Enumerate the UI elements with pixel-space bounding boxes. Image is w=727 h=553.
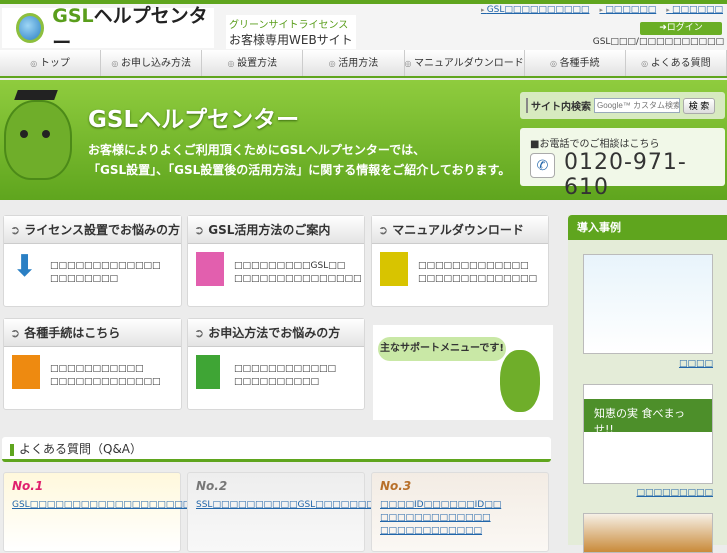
card-text: □□□□□□□□□□□□□□□ [234,274,362,284]
phone-label: ■お電話でのご相談はこちら [530,139,660,150]
case-link-2[interactable]: □□□□□□□□□ [636,488,713,498]
phone-contact: ■お電話でのご相談はこちら ✆ 0120-971-610 [520,128,725,200]
nav-top[interactable]: トップ [0,50,102,76]
faq-link[interactable]: SSL□□□□□□□□□□GSL□□□□□□□□□□□□□□□□ [196,499,451,512]
faq-heading: よくある質問（Q&A） [2,437,551,462]
nav-install[interactable]: 設置方法 [202,50,304,76]
card-manual-download[interactable]: マニュアルダウンロード□□□□□□□□□□□□□□□□□□□□□□□□□□□ [371,215,549,307]
search-button[interactable]: 検 索 [683,97,715,114]
banner-title: GSLヘルプセンター [88,107,300,133]
faq-link[interactable]: GSL□□□□□□□□□□□□□□□□□□□□□□□□□□□ [12,499,259,512]
login-button[interactable]: ➜ログイン [640,22,722,35]
phone-number: 0120-971-610 [564,150,687,200]
door-icon [196,355,220,389]
card-text: □□□□□□□□□□□ [50,364,144,374]
user-line: GSL□□□/□□□□□□□□□□ [592,37,724,47]
banner-desc-1: お客様によりよくご利用頂くためにGSLヘルプセンターでは、 [88,143,426,157]
card-title: お申込方法でお悩みの方 [188,319,364,347]
banner-desc-2: 「GSL設置」、「GSL設置後の活用方法」に関する情報をご紹介しております。 [88,163,511,177]
manual-book-icon [380,252,408,286]
phone-icon: ✆ [530,153,555,178]
top-links: GSL□□□□□□□□□□ □□□□□□ □□□□□□ [481,5,723,15]
search-input[interactable] [594,98,680,113]
mascot-image [4,100,72,180]
case-banner-text: 知恵の実 食べまっせ!! [584,399,712,436]
card-title: マニュアルダウンロード [372,216,548,244]
rank-badge: No.2 [196,479,228,493]
case-screenshot-1[interactable] [583,254,713,354]
card-license-install[interactable]: ライセンス設置でお悩みの方⬇□□□□□□□□□□□□□□□□□□□□□ [3,215,182,307]
card-text: □□□□□□□□□□□□□ [50,261,161,271]
case-screenshot-2[interactable]: 知恵の実 食べまっせ!! [583,384,713,484]
faq-item: No.1 GSL□□□□□□□□□□□□□□□□□□□□□□□□□□□ [3,472,259,552]
card-procedures[interactable]: 各種手続はこちら□□□□□□□□□□□□□□□□□□□□□□□□ [3,318,182,410]
card-text: □□□□□□□□ [50,274,119,284]
nav-manual[interactable]: マニュアルダウンロード [405,50,525,76]
tagline: グリーンサイトライセンス お客様専用WEBサイト [226,15,356,49]
download-icon: ⬇ [12,249,38,284]
gsl-badge-icon [196,252,224,286]
faq-item: No.2 SSL□□□□□□□□□□GSL□□□□□□□□□□□□□□□□ [187,472,451,552]
tagline-2: お客様専用WEBサイト [229,33,353,47]
nav-procedures[interactable]: 各種手続 [525,50,626,76]
card-text: □□□□□□□□□□□□□ [418,261,529,271]
logo[interactable]: GSLヘルプセンター [2,5,214,54]
rank-badge: No.1 [12,479,44,493]
card-application[interactable]: お申込方法でお悩みの方□□□□□□□□□□□□□□□□□□□□□□ [187,318,365,410]
card-text: □□□□□□□□□□ [234,377,320,387]
card-title: 各種手続はこちら [4,319,181,347]
logo-brand: GSL [52,5,94,27]
nav-usage[interactable]: 活用方法 [303,50,405,76]
card-gsl-usage[interactable]: GSL活用方法のご案内 □□□□□□□□□GSL□□ □□□□□□□□□□□□□□□ [187,215,365,307]
mascot-image [500,350,540,412]
top-link-2[interactable]: □□□□□□ [599,5,656,15]
card-text: □□□□□□□□□GSL□□ [234,261,346,271]
card-title: ライセンス設置でお悩みの方 [4,216,181,244]
card-title: GSL活用方法のご案内 [188,216,364,244]
card-text: □□□□□□□□□□□□ [234,364,337,374]
card-text: □□□□□□□□□□□□□ [50,377,161,387]
top-link-3[interactable]: □□□□□□ [666,5,723,15]
card-text: □□□□□□□□□□□□□□ [418,274,538,284]
case-link-1[interactable]: □□□□ [679,359,713,369]
case-screenshot-3[interactable] [583,513,713,553]
nav-apply[interactable]: お申し込み方法 [101,50,203,76]
graduation-cap-icon [14,90,58,100]
top-link-1[interactable]: GSL□□□□□□□□□□ [481,5,590,15]
nav-faq[interactable]: よくある質問 [626,50,727,76]
rank-badge: No.3 [380,479,412,493]
faq-link[interactable]: □□□□ID□□□□□□ID□□ □□□□□□□□□□□□□ □□□□□□□□□… [380,499,540,538]
site-search: サイト内検索 検 索 [520,92,725,119]
mascot-speech-bubble: 主なサポートメニューです! [378,337,506,361]
main-nav: トップお申し込み方法設置方法活用方法マニュアルダウンロード各種手続よくある質問 [0,50,727,78]
sidebar-title: 導入事例 [568,215,727,240]
pencil-form-icon [12,355,40,389]
search-label: サイト内検索 [526,98,591,113]
globe-icon [16,13,45,43]
banner-description: お客様によりよくご利用頂くためにGSLヘルプセンターでは、「GSL設置」、「GS… [88,140,510,180]
tagline-1: グリーンサイトライセンス [229,20,349,31]
faq-item: No.3 □□□□ID□□□□□□ID□□ □□□□□□□□□□□□□ □□□□□… [371,472,549,552]
